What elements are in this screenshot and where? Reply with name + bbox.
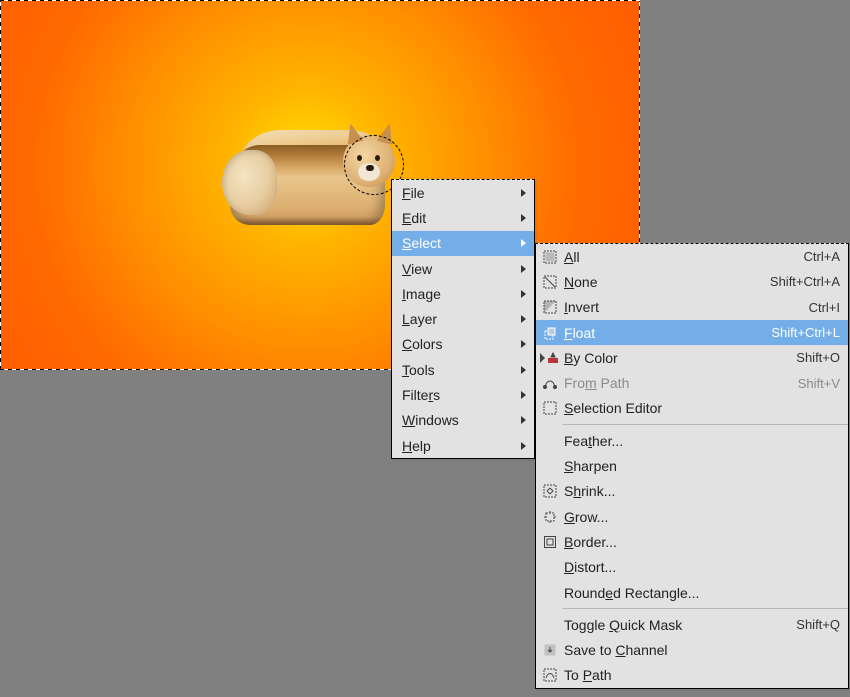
submenu-item-label: Selection Editor <box>564 400 840 416</box>
submenu-arrow-icon <box>521 290 526 298</box>
submenu-arrow-icon <box>521 315 526 323</box>
submenu-item-by-color[interactable]: By ColorShift+O <box>536 345 848 370</box>
submenu-item-label: Float <box>564 325 761 341</box>
submenu-item-label: Toggle Quick Mask <box>564 617 786 633</box>
float-icon <box>540 325 560 341</box>
submenu-item-label: Save to Channel <box>564 642 840 658</box>
from-path-icon <box>540 375 560 391</box>
blank-icon <box>540 559 560 575</box>
submenu-item-label: Feather... <box>564 433 840 449</box>
submenu-arrow-icon <box>521 239 526 247</box>
grow-icon <box>540 509 560 525</box>
selection-editor-icon <box>540 400 560 416</box>
menu-item-edit[interactable]: Edit <box>392 205 534 230</box>
menu-item-label: View <box>402 261 521 277</box>
submenu-arrow-icon <box>521 391 526 399</box>
submenu-item-to-path[interactable]: To Path <box>536 663 848 688</box>
select-none-icon <box>540 274 560 290</box>
menu-item-image[interactable]: Image <box>392 281 534 306</box>
submenu-item-float[interactable]: FloatShift+Ctrl+L <box>536 320 848 345</box>
menu-item-tools[interactable]: Tools <box>392 357 534 382</box>
submenu-item-all[interactable]: AllCtrl+A <box>536 244 848 269</box>
menu-item-label: Windows <box>402 412 521 428</box>
menu-item-label: Help <box>402 438 521 454</box>
submenu-item-label: All <box>564 249 794 265</box>
submenu-item-label: Shrink... <box>564 483 840 499</box>
menu-item-help[interactable]: Help <box>392 433 534 458</box>
blank-icon <box>540 433 560 449</box>
select-all-icon <box>540 249 560 265</box>
submenu-item-shrink[interactable]: Shrink... <box>536 479 848 504</box>
submenu-item-label: Distort... <box>564 559 840 575</box>
menu-separator <box>562 424 848 425</box>
context-menu[interactable]: File Edit Select View Image Layer Colors Tools F… <box>391 179 535 459</box>
shortcut-label: Ctrl+I <box>799 300 840 315</box>
submenu-item-label: By Color <box>564 350 786 366</box>
to-path-icon <box>540 667 560 683</box>
border-icon <box>540 534 560 550</box>
menu-item-label: Layer <box>402 311 521 327</box>
submenu-arrow-icon <box>521 366 526 374</box>
menu-item-layer[interactable]: Layer <box>392 306 534 331</box>
menu-item-filters[interactable]: Filters <box>392 382 534 407</box>
submenu-arrow-icon <box>521 265 526 273</box>
submenu-item-toggle-quick-mask[interactable]: Toggle Quick MaskShift+Q <box>536 612 848 637</box>
submenu-item-label: Invert <box>564 299 799 315</box>
submenu-item-label: Grow... <box>564 509 840 525</box>
submenu-arrow-icon <box>521 416 526 424</box>
shortcut-label: Shift+V <box>788 376 840 391</box>
submenu-item-invert[interactable]: InvertCtrl+I <box>536 295 848 320</box>
blank-icon <box>540 617 560 633</box>
menu-item-colors[interactable]: Colors <box>392 332 534 357</box>
submenu-item-label: To Path <box>564 667 840 683</box>
menu-item-view[interactable]: View <box>392 256 534 281</box>
menu-item-label: Filters <box>402 387 521 403</box>
menu-item-select[interactable]: Select <box>392 231 534 256</box>
select-invert-icon <box>540 299 560 315</box>
shortcut-label: Shift+Ctrl+A <box>760 274 840 289</box>
menu-item-label: Edit <box>402 210 521 226</box>
submenu-arrow-icon <box>521 442 526 450</box>
submenu-item-from-path: From PathShift+V <box>536 370 848 395</box>
blank-icon <box>540 458 560 474</box>
menu-item-file[interactable]: File <box>392 180 534 205</box>
submenu-item-grow[interactable]: Grow... <box>536 504 848 529</box>
submenu-item-label: Sharpen <box>564 458 840 474</box>
shortcut-label: Ctrl+A <box>794 249 840 264</box>
shortcut-label: Shift+O <box>786 350 840 365</box>
submenu-item-feather[interactable]: Feather... <box>536 428 848 453</box>
menu-item-label: Tools <box>402 362 521 378</box>
submenu-item-label: None <box>564 274 760 290</box>
submenu-arrow-icon <box>521 189 526 197</box>
shortcut-label: Shift+Q <box>786 617 840 632</box>
save-to-channel-icon <box>540 642 560 658</box>
submenu-item-save-to-channel[interactable]: Save to Channel <box>536 637 848 662</box>
menu-item-label: File <box>402 185 521 201</box>
select-submenu[interactable]: AllCtrl+ANoneShift+Ctrl+AInvertCtrl+IFlo… <box>535 243 849 689</box>
submenu-item-label: From Path <box>564 375 788 391</box>
menu-item-windows[interactable]: Windows <box>392 408 534 433</box>
menu-item-label: Select <box>402 235 521 251</box>
by-color-icon <box>540 350 560 366</box>
submenu-item-sharpen[interactable]: Sharpen <box>536 453 848 478</box>
blank-icon <box>540 585 560 601</box>
menu-separator <box>562 608 848 609</box>
submenu-item-selection-editor[interactable]: Selection Editor <box>536 396 848 421</box>
submenu-item-border[interactable]: Border... <box>536 529 848 554</box>
submenu-item-label: Rounded Rectangle... <box>564 585 840 601</box>
shortcut-label: Shift+Ctrl+L <box>761 325 840 340</box>
submenu-item-distort[interactable]: Distort... <box>536 555 848 580</box>
shrink-icon <box>540 483 560 499</box>
submenu-item-label: Border... <box>564 534 840 550</box>
menu-item-label: Colors <box>402 336 521 352</box>
menu-item-label: Image <box>402 286 521 302</box>
submenu-item-none[interactable]: NoneShift+Ctrl+A <box>536 269 848 294</box>
submenu-item-rounded-rectangle[interactable]: Rounded Rectangle... <box>536 580 848 605</box>
submenu-arrow-icon <box>521 214 526 222</box>
submenu-arrow-icon <box>521 340 526 348</box>
